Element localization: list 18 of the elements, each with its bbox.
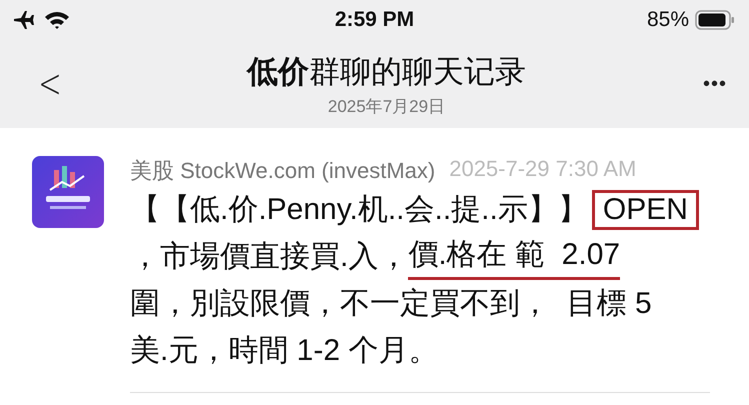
message-text: 圍，別設限價，不一定買不到， 目標 5 — [130, 286, 652, 322]
avatar-icon — [32, 156, 104, 228]
chat-date: 2025年7月29日 — [328, 96, 446, 118]
wifi-icon — [44, 10, 70, 30]
message-time: 2025-7-29 7:30 AM — [449, 156, 636, 183]
chat-title: 低价群聊的聊天记录 — [246, 52, 526, 90]
message-text: 【【低.价.Penny.机..会..提..示】】 — [130, 192, 588, 228]
back-button[interactable]: < — [36, 61, 64, 107]
sender-name: 美股 StockWe.com (investMax) — [130, 157, 436, 185]
more-button[interactable]: ••• — [702, 72, 727, 96]
message-text: 美.元，時間 1-2 个月。 — [130, 333, 438, 369]
message-text: ，市場價直接買.入， — [130, 239, 408, 275]
battery-percent: 85% — [646, 8, 689, 32]
boxed-text: OPEN — [592, 190, 699, 230]
status-time: 2:59 PM — [334, 8, 414, 32]
airplane-icon — [14, 11, 34, 29]
underlined-text: 價.格在 範 2.07 — [408, 234, 620, 280]
battery-icon — [695, 10, 735, 30]
